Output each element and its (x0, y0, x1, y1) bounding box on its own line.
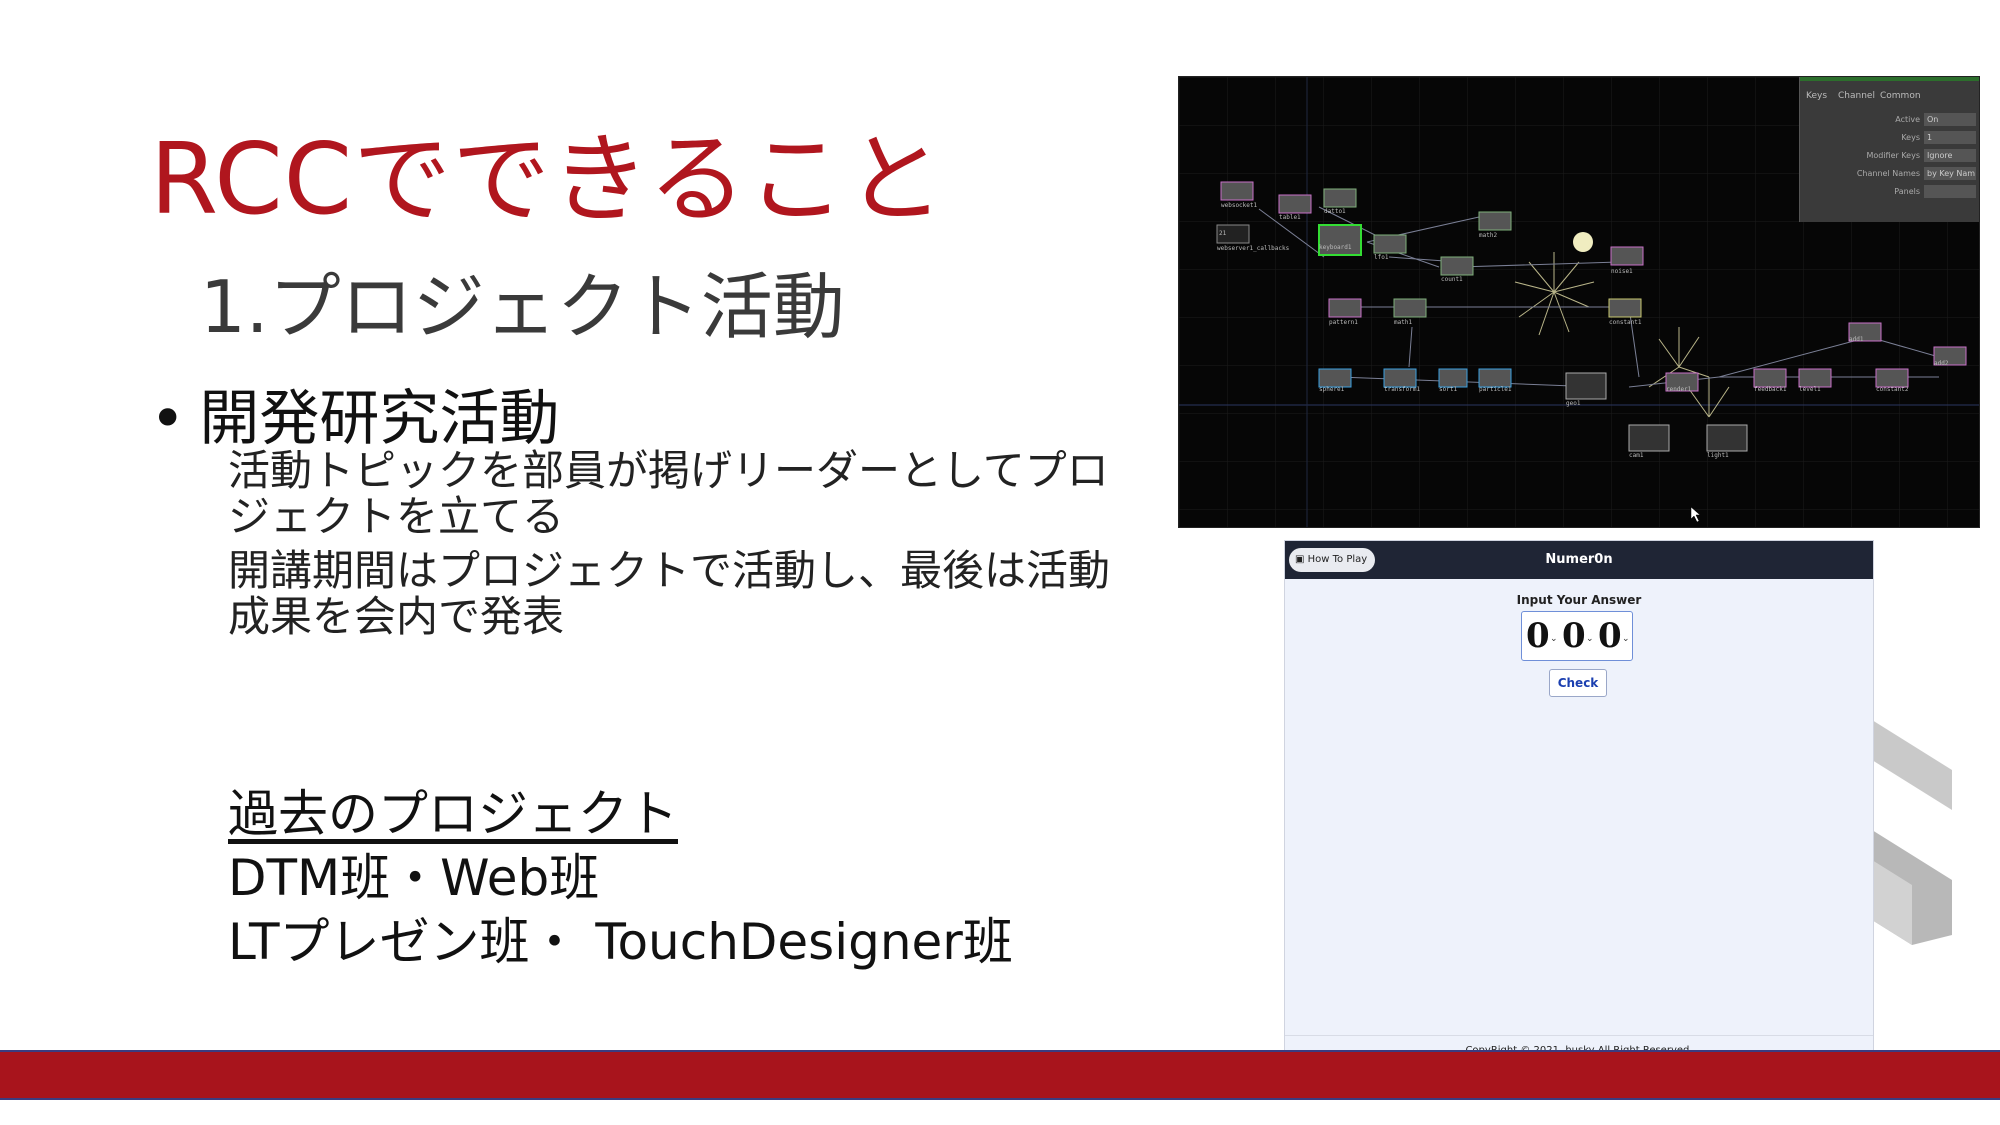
chevron-down-icon: ⌄ (1622, 634, 1630, 644)
svg-text:count1: count1 (1441, 276, 1463, 283)
svg-text:transform1: transform1 (1384, 386, 1421, 393)
svg-text:websocket1: websocket1 (1221, 202, 1258, 209)
param-row[interactable]: Channel Names by Key Nam (1806, 167, 1976, 181)
svg-text:light1: light1 (1707, 452, 1729, 459)
svg-text:constant1: constant1 (1609, 319, 1642, 326)
digit-select-1[interactable]: 0 (1526, 616, 1550, 656)
svg-text:noise1: noise1 (1611, 268, 1633, 275)
svg-text:pattern1: pattern1 (1329, 319, 1358, 326)
tab-keys[interactable]: Keys (1806, 91, 1827, 101)
svg-text:datto1: datto1 (1324, 208, 1346, 215)
svg-text:particle1: particle1 (1479, 386, 1512, 393)
check-button[interactable]: Check (1549, 669, 1607, 697)
past-projects-heading: 過去のプロジェクト (228, 785, 678, 843)
svg-text:cam1: cam1 (1629, 452, 1644, 459)
svg-text:add2: add2 (1934, 360, 1949, 367)
parameter-panel: Keys Channel Common Active On Keys 1 Modif… (1799, 77, 1979, 222)
slide-subtitle: 1.プロジェクト活動 (200, 265, 845, 349)
chevron-down-icon: ⌄ (1550, 634, 1558, 644)
footer-border-bottom (0, 1098, 2000, 1100)
tab-channel[interactable]: Channel (1838, 91, 1875, 101)
numeron-app-screenshot: ▣ How To Play Numer0n Input Your Answer … (1284, 540, 1874, 1066)
svg-text:feedback1: feedback1 (1754, 386, 1787, 393)
svg-text:render1: render1 (1666, 386, 1692, 393)
svg-text:21: 21 (1219, 230, 1227, 237)
param-row[interactable]: Panels (1806, 185, 1976, 199)
divider (1285, 1035, 1873, 1036)
param-row[interactable]: Keys 1 (1806, 131, 1976, 145)
slide-title: RCCでできること (150, 123, 946, 237)
digit-select-2[interactable]: 0 (1562, 616, 1586, 656)
bullet-text: 開発研究活動 (199, 384, 560, 454)
bullet-heading: • 開発研究活動 (150, 370, 559, 457)
past-projects-line-2: LTプレゼン班・ TouchDesigner班 (228, 913, 1013, 971)
svg-text:sort1: sort1 (1439, 386, 1457, 393)
chevron-down-icon: ⌄ (1586, 634, 1594, 644)
svg-text:level1: level1 (1799, 386, 1821, 393)
param-row[interactable]: Active On (1806, 113, 1976, 127)
digit-select-3[interactable]: 0 (1598, 616, 1622, 656)
svg-text:math1: math1 (1394, 319, 1412, 326)
svg-text:geo1: geo1 (1566, 400, 1581, 407)
svg-text:sphere1: sphere1 (1319, 386, 1345, 393)
svg-text:add1: add1 (1849, 336, 1864, 343)
param-row[interactable]: Modifier Keys Ignore (1806, 149, 1976, 163)
app-header: ▣ How To Play Numer0n (1285, 541, 1873, 579)
answer-label: Input Your Answer (1516, 593, 1642, 607)
app-title: Numer0n (1545, 552, 1613, 567)
digit-selector: 0 ⌄ 0 ⌄ 0 ⌄ (1521, 611, 1633, 661)
svg-text:webserver1_callbacks: webserver1_callbacks (1217, 245, 1290, 252)
past-projects-line-1: DTM班・Web班 (228, 849, 600, 907)
node-editor-screenshot: websocket1 table1 datto1 21 webserver1_ca… (1178, 76, 1980, 528)
svg-text:keyboard1: keyboard1 (1319, 244, 1352, 251)
svg-text:math2: math2 (1479, 232, 1497, 239)
description-1: 活動トピックを部員が掲げリーダーとしてプロジェクトを立てる (228, 446, 1109, 541)
svg-text:table1: table1 (1279, 214, 1301, 221)
decorative-stripes (1872, 720, 1952, 945)
tab-common[interactable]: Common (1880, 91, 1921, 101)
description-2: 開講期間はプロジェクトで活動し、最後は活動成果を会内で発表 (228, 546, 1111, 641)
svg-text:lfo1: lfo1 (1374, 254, 1389, 261)
svg-text:constant2: constant2 (1876, 386, 1909, 393)
bullet-dot: • (150, 384, 186, 454)
footer-bar (0, 1052, 2000, 1100)
